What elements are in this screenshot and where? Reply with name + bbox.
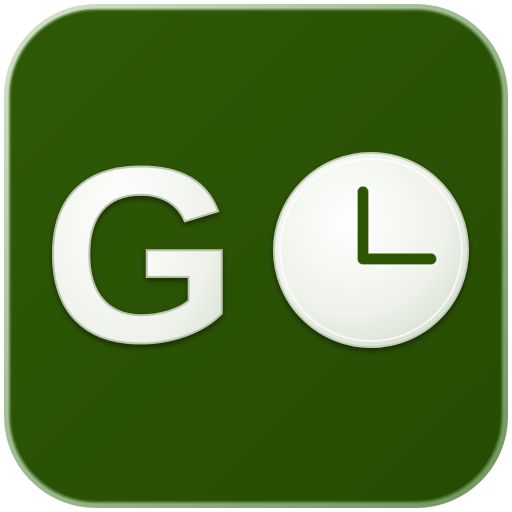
logo-letter-g: G xyxy=(43,115,237,394)
clock-icon xyxy=(273,152,469,348)
app-icon-graphic: G xyxy=(4,4,508,508)
app-icon[interactable]: G xyxy=(0,0,512,512)
